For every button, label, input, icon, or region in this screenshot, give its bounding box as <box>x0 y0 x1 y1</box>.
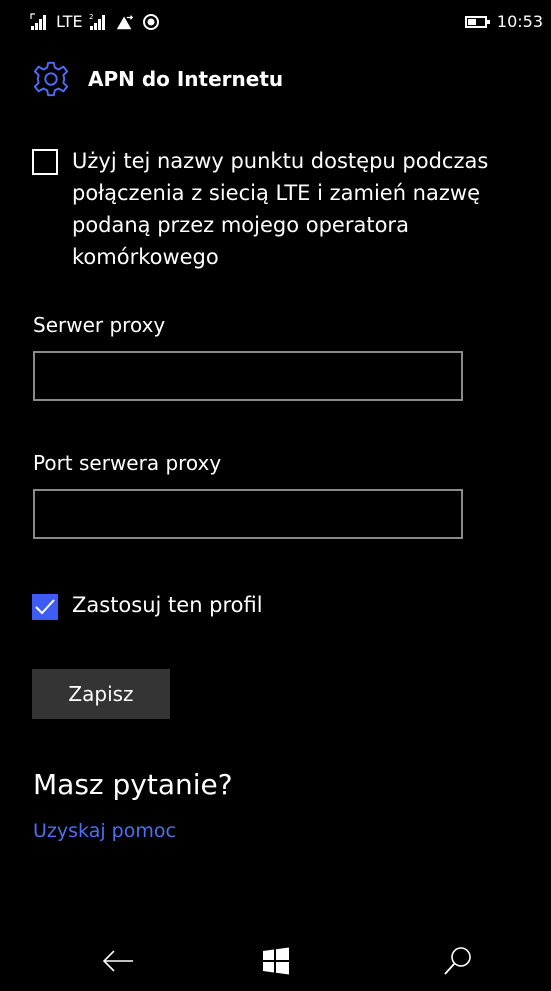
svg-text:2: 2 <box>89 13 93 21</box>
search-icon <box>444 947 471 975</box>
status-right: 10:53 <box>464 12 543 31</box>
proxy-port-label: Port serwera proxy <box>33 451 222 475</box>
gear-icon <box>33 61 69 97</box>
help-heading: Masz pytanie? <box>33 768 233 801</box>
data-transfer-icon <box>116 14 133 29</box>
back-icon <box>102 950 133 972</box>
apply-profile-option[interactable]: Zastosuj ten profil <box>32 590 263 620</box>
proxy-port-input[interactable] <box>33 489 463 539</box>
network-type-label: LTE <box>56 12 83 31</box>
proxy-server-label: Serwer proxy <box>33 313 166 337</box>
apn-lte-label: Użyj tej nazwy punktu dostępu podczas po… <box>72 149 489 269</box>
signal-icon <box>30 12 46 30</box>
battery-icon <box>464 15 490 28</box>
page-title: APN do Internetu <box>88 67 284 91</box>
location-icon <box>142 13 159 30</box>
apply-profile-checkbox[interactable] <box>32 594 58 620</box>
clock: 10:53 <box>496 12 543 31</box>
back-button[interactable] <box>88 939 148 983</box>
get-help-link[interactable]: Uzyskaj pomoc <box>33 820 176 842</box>
search-button[interactable] <box>428 939 488 983</box>
checkmark-icon <box>35 599 55 615</box>
page-header: APN do Internetu <box>32 60 283 98</box>
status-left: LTE 2 <box>30 12 161 31</box>
navigation-bar <box>0 931 551 991</box>
apply-profile-label: Zastosuj ten profil <box>72 593 263 617</box>
save-button[interactable]: Zapisz <box>32 669 170 719</box>
signal-sim2-icon: 2 <box>89 13 105 30</box>
windows-start-icon <box>263 947 289 975</box>
status-bar: LTE 2 10:53 <box>0 0 551 44</box>
apn-lte-checkbox[interactable] <box>32 149 58 175</box>
start-button[interactable] <box>246 939 306 983</box>
apn-lte-option[interactable]: Użyj tej nazwy punktu dostępu podczas po… <box>32 145 492 273</box>
proxy-server-input[interactable] <box>33 351 463 401</box>
